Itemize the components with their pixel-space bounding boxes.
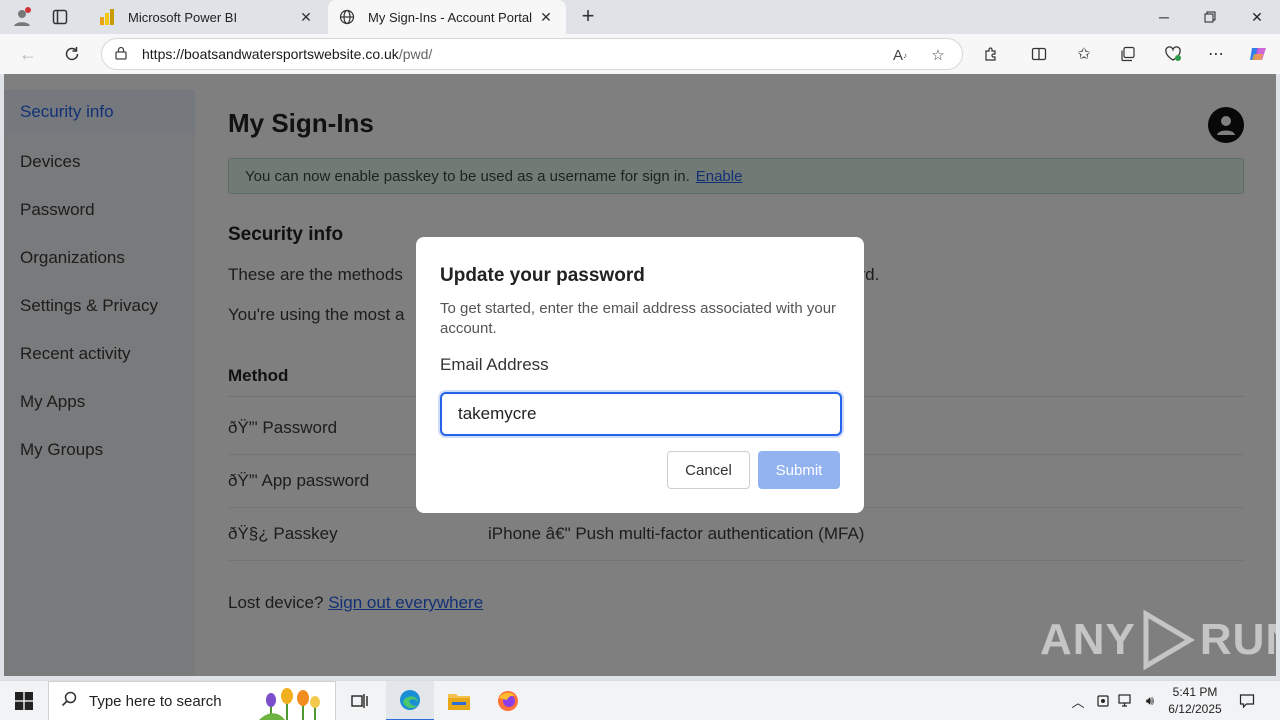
play-triangle-icon bbox=[1143, 610, 1195, 670]
collections-icon[interactable] bbox=[1114, 42, 1142, 66]
globe-icon bbox=[338, 9, 356, 25]
read-aloud-icon[interactable]: A ♪ bbox=[888, 43, 912, 67]
watermark-text-left: ANY bbox=[1040, 615, 1136, 664]
back-arrow-icon[interactable]: ← bbox=[14, 42, 42, 66]
system-clock[interactable]: 5:41 PM 6/12/2025 bbox=[1166, 684, 1224, 718]
extensions-icon[interactable] bbox=[977, 42, 1005, 66]
show-hidden-icons-chevron[interactable]: ︿ bbox=[1068, 691, 1088, 711]
email-label: Email Address bbox=[440, 355, 549, 374]
url-host: https://boatsandwatersportswebsite.co.uk bbox=[142, 46, 399, 62]
windows-start-icon[interactable] bbox=[0, 681, 48, 720]
search-icon bbox=[49, 691, 89, 712]
copilot-icon[interactable] bbox=[1244, 42, 1272, 66]
power-bi-icon bbox=[98, 9, 116, 25]
favorite-star-icon[interactable]: ☆ bbox=[926, 43, 950, 67]
firefox-icon[interactable] bbox=[484, 681, 532, 720]
notifications-icon[interactable] bbox=[1237, 691, 1257, 711]
web-page: Security info Devices Password Organizat… bbox=[4, 74, 1276, 676]
clock-time: 5:41 PM bbox=[1172, 685, 1218, 699]
close-tab-icon[interactable]: ✕ bbox=[294, 9, 318, 26]
edge-taskbar-icon[interactable] bbox=[386, 681, 434, 720]
favorites-icon[interactable]: ✩ bbox=[1070, 42, 1098, 66]
cancel-button[interactable]: Cancel bbox=[667, 451, 750, 489]
clock-date: 6/12/2025 bbox=[1168, 702, 1222, 716]
url-path: /pwd/ bbox=[398, 46, 433, 62]
close-tab-icon[interactable]: ✕ bbox=[534, 9, 558, 26]
browser-essentials-icon[interactable] bbox=[1159, 42, 1187, 66]
close-window-icon[interactable]: ✕ bbox=[1234, 0, 1280, 34]
file-explorer-icon[interactable] bbox=[435, 681, 483, 720]
site-info-icon[interactable] bbox=[114, 46, 142, 63]
minimize-icon[interactable]: ─ bbox=[1141, 0, 1187, 34]
taskbar-search-box[interactable]: Type here to search bbox=[48, 681, 336, 720]
network-icon[interactable] bbox=[1116, 691, 1136, 711]
tab-power-bi[interactable]: Microsoft Power BI ✕ bbox=[88, 0, 326, 34]
tab-title: Microsoft Power BI bbox=[128, 9, 238, 25]
windows-taskbar: Type here to search ︿ 🔊︎ 5:41 PM 6/12/20… bbox=[0, 680, 1280, 720]
anyrun-watermark: ANY RUN bbox=[1040, 610, 1276, 670]
profile-icon[interactable] bbox=[9, 5, 35, 29]
dialog-title: Update your password bbox=[440, 265, 645, 286]
browser-tab-bar: Microsoft Power BI ✕ My Sign-Ins - Accou… bbox=[0, 0, 1280, 34]
new-tab-button[interactable]: + bbox=[576, 3, 600, 28]
search-placeholder: Type here to search bbox=[89, 692, 222, 710]
update-password-dialog: Update your password To get started, ent… bbox=[416, 237, 864, 513]
split-screen-icon[interactable] bbox=[1025, 42, 1053, 66]
tulips-icon bbox=[257, 684, 329, 720]
restore-icon[interactable] bbox=[1187, 0, 1233, 34]
address-toolbar: ← https://boatsandwatersportswebsite.co.… bbox=[0, 34, 1280, 74]
security-shield-icon[interactable] bbox=[1093, 691, 1113, 711]
tab-actions-icon[interactable] bbox=[47, 5, 73, 29]
refresh-icon[interactable] bbox=[58, 42, 86, 66]
volume-icon[interactable]: 🔊︎ bbox=[1140, 691, 1160, 711]
tab-title: My Sign-Ins - Account Portal bbox=[368, 9, 533, 25]
task-view-icon[interactable] bbox=[336, 681, 384, 720]
email-input[interactable] bbox=[440, 392, 842, 436]
submit-button[interactable]: Submit bbox=[758, 451, 840, 489]
url-bar[interactable]: https://boatsandwatersportswebsite.co.uk… bbox=[101, 38, 963, 70]
tab-account-portal[interactable]: My Sign-Ins - Account Portal ✕ bbox=[328, 0, 566, 34]
more-options-icon[interactable]: ⋯ bbox=[1202, 42, 1230, 66]
watermark-text-right: RUN bbox=[1199, 615, 1276, 664]
dialog-description: To get started, enter the email address … bbox=[440, 300, 837, 337]
